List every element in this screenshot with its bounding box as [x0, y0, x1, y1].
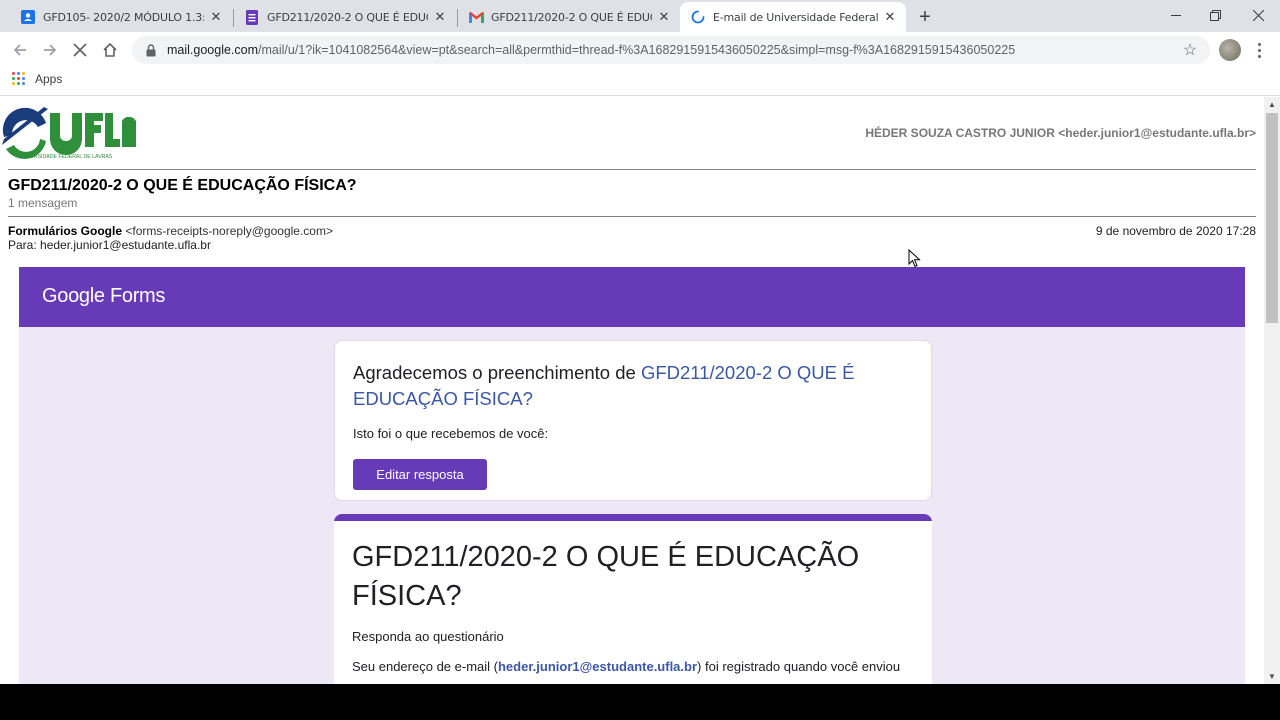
browser-menu-icon[interactable] — [1252, 38, 1266, 62]
svg-text:UNIVERSIDADE FEDERAL DE LAVRAS: UNIVERSIDADE FEDERAL DE LAVRAS — [18, 154, 113, 160]
tab-forms[interactable]: GFD211/2020-2 O QUE É EDUCA ✕ — [234, 2, 456, 32]
account-header: HÉDER SOUZA CASTRO JUNIOR <heder.junior1… — [865, 126, 1256, 140]
email-date: 9 de novembro de 2020 17:28 — [1095, 224, 1256, 238]
close-tab-icon[interactable]: ✕ — [432, 9, 448, 25]
restore-icon — [1209, 9, 1221, 21]
close-tab-icon[interactable]: ✕ — [208, 9, 224, 25]
email-notice-prefix: Seu endereço de e-mail ( — [352, 659, 498, 674]
url-text: mail.google.com/mail/u/1?ik=1041082564&v… — [167, 43, 1015, 57]
tab-email-active[interactable]: E-mail de Universidade Federal d ✕ — [680, 2, 906, 32]
email-subject: GFD211/2020-2 O QUE É EDUCAÇÃO FÍSICA? — [8, 177, 357, 194]
edit-response-button[interactable]: Editar resposta — [353, 459, 487, 490]
tab-classroom[interactable]: GFD105- 2020/2 MÓDULO 1.3: O ✕ — [10, 2, 232, 32]
url-path: /mail/u/1?ik=1041082564&view=pt&search=a… — [258, 43, 1016, 57]
sender-name: Formulários Google — [8, 224, 123, 238]
scroll-down-icon[interactable]: ▼ — [1268, 672, 1276, 681]
message-count: 1 mensagem — [8, 196, 78, 210]
mouse-cursor-icon — [908, 249, 921, 268]
loading-spinner-icon — [690, 9, 706, 25]
browser-toolbar: mail.google.com/mail/u/1?ik=1041082564&v… — [0, 32, 1280, 68]
google-forms-logo: Google Forms — [42, 285, 166, 307]
url-host: mail.google.com — [167, 43, 259, 57]
home-button[interactable] — [97, 37, 123, 63]
tab-gmail[interactable]: GFD211/2020-2 O QUE É EDUCA ✕ — [458, 2, 680, 32]
stop-icon — [73, 43, 87, 57]
received-text: Isto foi o que recebemos de você: — [353, 426, 549, 441]
tab-strip: GFD105- 2020/2 MÓDULO 1.3: O ✕ GFD211/20… — [0, 0, 1280, 32]
divider — [8, 169, 1256, 170]
arrow-left-icon — [13, 44, 26, 56]
scroll-up-icon[interactable]: ▲ — [1268, 100, 1276, 109]
recipient-line: Para: heder.junior1@estudante.ufla.br — [8, 238, 211, 252]
form-title: GFD211/2020-2 O QUE É EDUCAÇÃO FÍSICA? — [352, 541, 860, 612]
sender-line: Formulários Google <forms-receipts-norep… — [8, 224, 333, 238]
thanks-prefix: Agradecemos o preenchimento de — [353, 362, 641, 383]
recorded-email: heder.junior1@estudante.ufla.br — [497, 659, 698, 674]
back-button[interactable] — [7, 37, 33, 63]
tab-label: GFD211/2020-2 O QUE É EDUCA — [491, 10, 652, 24]
card-accent-bar — [334, 514, 932, 521]
stop-button[interactable] — [67, 37, 93, 63]
google-forms-header: Google Forms — [19, 267, 1245, 327]
forms-icon — [244, 9, 260, 25]
address-bar[interactable]: mail.google.com/mail/u/1?ik=1041082564&v… — [132, 36, 1210, 64]
apps-grid-icon — [12, 72, 26, 86]
email-recorded-notice: Seu endereço de e-mail (heder.junior1@es… — [352, 659, 927, 674]
minimize-icon — [1171, 15, 1181, 16]
bookmark-star-icon[interactable]: ☆ — [1180, 40, 1200, 60]
lock-icon — [144, 43, 158, 57]
ufla-logo: UNIVERSIDADE FEDERAL DE LAVRAS — [2, 107, 136, 160]
tab-label: GFD105- 2020/2 MÓDULO 1.3: O — [43, 10, 204, 24]
bookmarks-bar: Apps — [0, 68, 1280, 96]
close-tab-icon[interactable]: ✕ — [656, 9, 672, 25]
apps-bookmark[interactable]: Apps — [12, 72, 62, 86]
tab-label: GFD211/2020-2 O QUE É EDUCA — [267, 10, 428, 24]
scrollbar-thumb[interactable] — [1266, 113, 1278, 323]
sender-address: <forms-receipts-noreply@google.com> — [125, 224, 333, 238]
form-summary-card: GFD211/2020-2 O QUE É EDUCAÇÃO FÍSICA? R… — [334, 514, 932, 684]
home-icon — [103, 42, 117, 57]
email-print-view: UNIVERSIDADE FEDERAL DE LAVRAS HÉDER SOU… — [0, 97, 1264, 684]
close-window-button[interactable] — [1243, 4, 1273, 26]
browser-window: GFD105- 2020/2 MÓDULO 1.3: O ✕ GFD211/20… — [0, 0, 1280, 684]
apps-label: Apps — [35, 72, 63, 86]
thanks-message: Agradecemos o preenchimento de GFD211/20… — [353, 360, 913, 412]
profile-avatar[interactable] — [1219, 39, 1241, 61]
confirmation-card: Agradecemos o preenchimento de GFD211/20… — [334, 340, 932, 501]
classroom-icon — [20, 9, 36, 25]
forward-button[interactable] — [37, 37, 63, 63]
restore-button[interactable] — [1200, 4, 1230, 26]
email-notice-suffix: ) foi registrado quando você enviou — [697, 659, 901, 674]
close-icon — [1252, 9, 1264, 21]
page-scrollbar[interactable]: ▲ ▼ — [1264, 97, 1280, 684]
divider — [8, 216, 1256, 217]
form-description: Responda ao questionário — [352, 629, 504, 644]
close-tab-icon[interactable]: ✕ — [882, 9, 898, 25]
new-tab-button[interactable]: + — [914, 6, 936, 28]
gmail-icon — [468, 9, 484, 25]
minimize-button[interactable] — [1161, 4, 1191, 26]
tab-label: E-mail de Universidade Federal d — [713, 10, 878, 24]
arrow-right-icon — [44, 44, 57, 56]
